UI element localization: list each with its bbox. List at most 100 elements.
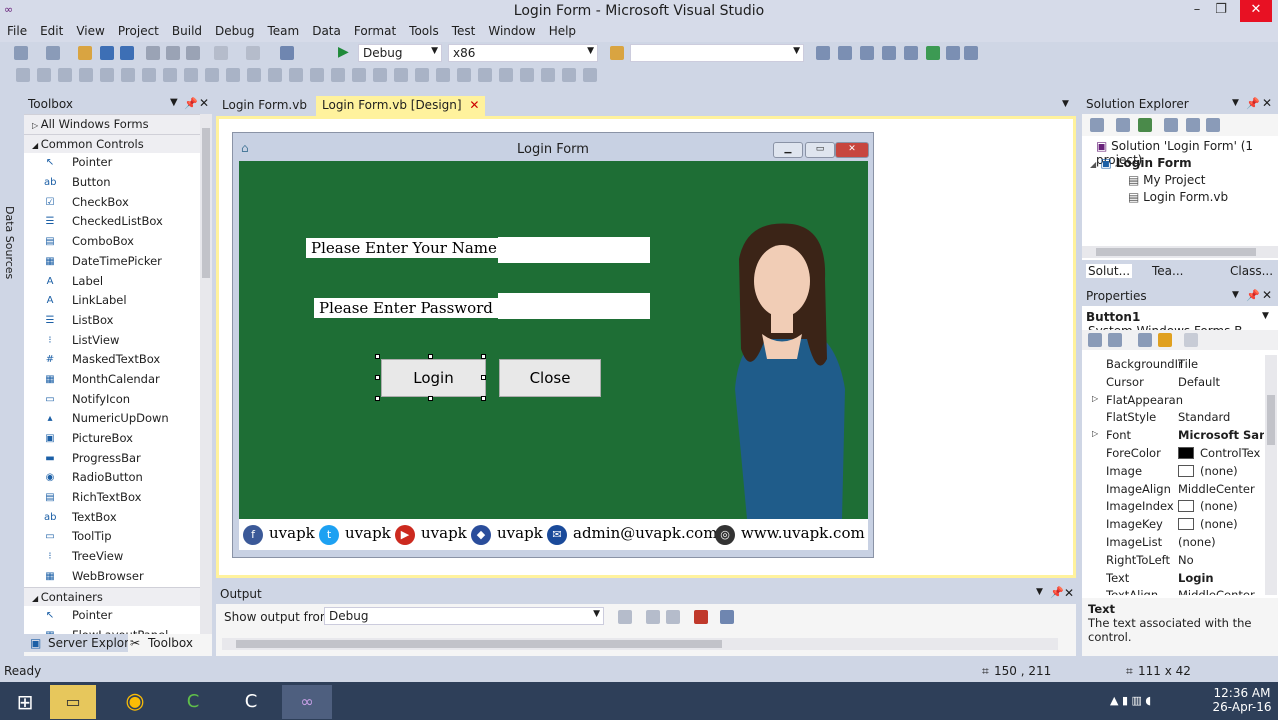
toolbox-item[interactable]: ▦ WebBrowser [24, 567, 212, 587]
layout-tool-icon[interactable] [436, 68, 450, 82]
menu-file[interactable]: File [0, 22, 33, 38]
close-window-button[interactable]: ✕ [1240, 0, 1272, 22]
word-wrap-icon[interactable] [720, 610, 734, 624]
pin-icon[interactable]: 📌 [1246, 97, 1260, 110]
camtasia-icon[interactable]: C [168, 685, 218, 719]
add-item-icon[interactable] [46, 46, 60, 60]
menu-team[interactable]: Team [260, 22, 305, 38]
close-icon[interactable]: ✕ [1064, 586, 1074, 600]
property-row[interactable]: ImageIndex (none) [1082, 497, 1278, 515]
menu-help[interactable]: Help [542, 22, 582, 38]
selection-handle[interactable] [375, 354, 380, 359]
toolbox-scrollbar[interactable] [200, 114, 212, 634]
copy-icon[interactable] [166, 46, 180, 60]
data-sources-tab[interactable]: Data Sources [3, 206, 16, 279]
layout-tool-icon[interactable] [58, 68, 72, 82]
property-row[interactable]: ForeColor ControlTex [1082, 444, 1278, 462]
configuration-dropdown[interactable]: Debug ▼ [358, 44, 442, 62]
clear-all-icon[interactable] [694, 610, 708, 624]
scroll-thumb[interactable] [236, 640, 722, 648]
toolbox-item[interactable]: ◉ RadioButton [24, 468, 212, 488]
start-icon[interactable]: ▶ [338, 44, 349, 60]
selection-handle[interactable] [375, 396, 380, 401]
toolbox-item[interactable]: ab TextBox [24, 508, 212, 528]
toolbox-item[interactable]: ↖ Pointer [24, 606, 212, 626]
layout-tool-icon[interactable] [205, 68, 219, 82]
expand-icon[interactable]: ▷ [1092, 394, 1098, 403]
toolbox-item[interactable]: ↖ Pointer [24, 153, 212, 173]
expand-icon[interactable]: ▷ [1092, 429, 1098, 438]
layout-tool-icon[interactable] [100, 68, 114, 82]
pin-icon[interactable]: 📌 [1246, 289, 1260, 302]
more-tools-icon[interactable] [964, 46, 978, 60]
toolbox-item[interactable]: ▦ MonthCalendar [24, 370, 212, 390]
paste-icon[interactable] [186, 46, 200, 60]
extensions-icon[interactable] [926, 46, 940, 60]
property-row[interactable]: FlatStyle Standard [1082, 408, 1278, 426]
properties-window-icon[interactable] [838, 46, 852, 60]
tray-icons[interactable]: ▲ ▮ ▥ ◖ [1110, 694, 1151, 707]
toolbox-item[interactable]: A LinkLabel [24, 291, 212, 311]
menu-debug[interactable]: Debug [208, 22, 260, 38]
tools-icon[interactable] [904, 46, 918, 60]
show-all-icon[interactable] [1186, 118, 1200, 132]
dropdown-icon[interactable]: ▼ [170, 97, 178, 108]
menu-window[interactable]: Window [481, 22, 541, 38]
layout-tool-icon[interactable] [499, 68, 513, 82]
toolbox-category[interactable]: ◢ Common Controls [24, 133, 212, 154]
selection-handle[interactable] [428, 396, 433, 401]
toolbox-item[interactable]: ▭ ToolTip [24, 527, 212, 547]
selection-handle[interactable] [481, 354, 486, 359]
alphabetical-icon[interactable] [1108, 333, 1122, 347]
toolbox-item[interactable]: ☰ ListBox [24, 311, 212, 331]
pin-icon[interactable]: 📌 [1050, 586, 1064, 599]
start-button[interactable]: ⊞ [0, 685, 50, 719]
layout-tool-icon[interactable] [142, 68, 156, 82]
close-button[interactable]: Close [499, 359, 601, 397]
scroll-thumb[interactable] [202, 128, 210, 278]
menu-format[interactable]: Format [347, 22, 402, 38]
selection-handle[interactable] [375, 375, 380, 380]
sync-icon[interactable] [1116, 118, 1130, 132]
find-in-files-icon[interactable] [610, 46, 624, 60]
toolbox-tab[interactable]: Toolbox [148, 636, 193, 650]
layout-tool-icon[interactable] [289, 68, 303, 82]
property-row[interactable]: Cursor Default [1082, 373, 1278, 391]
layout-tool-icon[interactable] [121, 68, 135, 82]
events-icon[interactable] [1158, 333, 1172, 347]
output-scrollbar[interactable] [222, 638, 1058, 650]
dropdown-icon[interactable]: ▼ [1036, 587, 1043, 597]
tab-overflow-icon[interactable]: ▼ [1062, 99, 1069, 109]
find-message-icon[interactable] [618, 610, 632, 624]
prev-message-icon[interactable] [646, 610, 660, 624]
toolbox-item[interactable]: ▴ NumericUpDown [24, 409, 212, 429]
next-message-icon[interactable] [666, 610, 680, 624]
settings-icon[interactable] [1206, 118, 1220, 132]
layout-tool-icon[interactable] [16, 68, 30, 82]
visual-studio-taskbar-icon[interactable]: ∞ [282, 685, 332, 719]
categorized-icon[interactable] [1088, 333, 1102, 347]
tab-class-view[interactable]: Class... [1230, 264, 1273, 278]
layout-tool-icon[interactable] [562, 68, 576, 82]
my-project-node[interactable]: ▤ My Project [1128, 173, 1206, 187]
layout-tool-icon[interactable] [79, 68, 93, 82]
property-row[interactable]: ▷FontMicrosoft Sans [1082, 426, 1278, 444]
selection-handle[interactable] [481, 375, 486, 380]
menu-edit[interactable]: Edit [33, 22, 69, 38]
toolbox-item[interactable]: ☰ CheckedListBox [24, 212, 212, 232]
tab-login-form-code[interactable]: Login Form.vb [216, 96, 313, 116]
toolbox-item[interactable]: ▦ DateTimePicker [24, 252, 212, 272]
menu-test[interactable]: Test [445, 22, 482, 38]
platform-dropdown[interactable]: x86 ▼ [448, 44, 598, 62]
layout-tool-icon[interactable] [37, 68, 51, 82]
layout-tool-icon[interactable] [373, 68, 387, 82]
solution-hscroll[interactable] [1082, 246, 1278, 258]
property-row[interactable]: RightToLeft No [1082, 551, 1278, 569]
layout-tool-icon[interactable] [415, 68, 429, 82]
property-scrollbar[interactable] [1265, 355, 1277, 595]
layout-tool-icon[interactable] [331, 68, 345, 82]
layout-tool-icon[interactable] [541, 68, 555, 82]
find-combo[interactable]: ▼ [630, 44, 804, 62]
toolbox-item[interactable]: ⁝ TreeView [24, 547, 212, 567]
login-form-window[interactable]: ⌂ Login Form ▁ ▭ ✕ Please Enter Your Nam… [232, 132, 874, 558]
